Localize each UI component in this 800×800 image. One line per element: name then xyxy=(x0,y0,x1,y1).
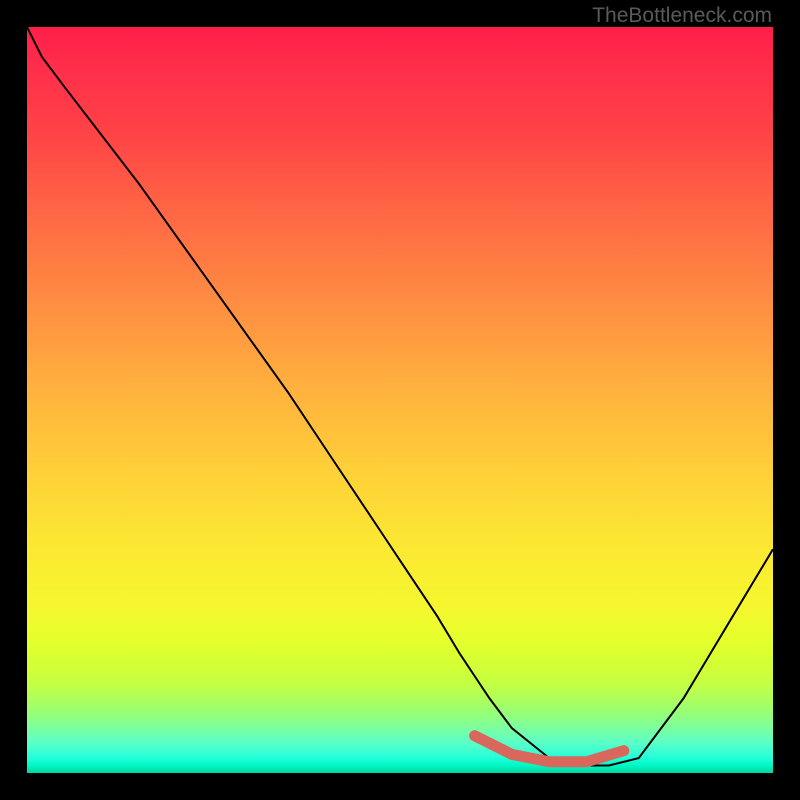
watermark-text: TheBottleneck.com xyxy=(592,4,772,28)
curve-line xyxy=(27,27,773,766)
basin-highlight xyxy=(475,736,624,762)
chart-svg xyxy=(27,27,773,773)
plot-area xyxy=(27,27,773,773)
